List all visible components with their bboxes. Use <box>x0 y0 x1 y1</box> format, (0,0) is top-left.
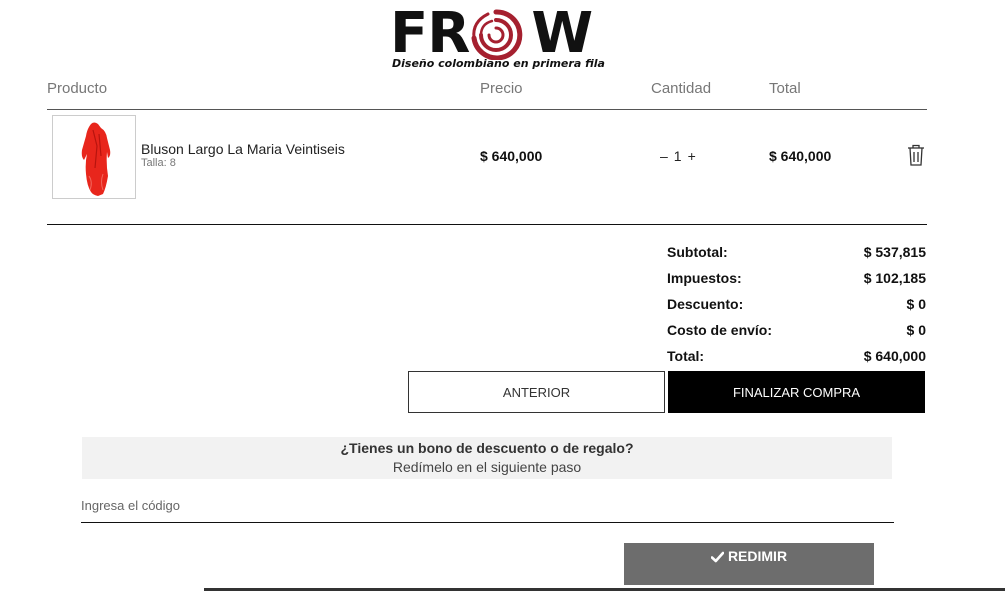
items-divider <box>47 224 927 225</box>
column-quantity: Cantidad <box>651 80 712 97</box>
product-image[interactable] <box>52 115 136 199</box>
column-total: Total <box>769 80 801 97</box>
header-divider <box>47 109 927 110</box>
subtotal-label: Subtotal: <box>667 244 728 260</box>
increment-button[interactable]: + <box>688 148 696 164</box>
red-dress-thumbnail <box>81 122 111 196</box>
decrement-button[interactable]: – <box>660 148 668 164</box>
column-product: Producto <box>47 80 108 97</box>
product-price: $ 640,000 <box>480 148 543 164</box>
quantity-value: 1 <box>673 148 682 164</box>
tax-label: Impuestos: <box>667 270 742 286</box>
product-size: Talla: 8 <box>141 157 176 169</box>
line-total: $ 640,000 <box>769 148 832 164</box>
swirl-o-icon <box>471 9 523 60</box>
coupon-question: ¿Tienes un bono de descuento o de regalo… <box>340 440 634 456</box>
product-name[interactable]: Bluson Largo La Maria Veintiseis <box>141 141 345 157</box>
column-price: Precio <box>480 80 523 97</box>
brand-tagline: Diseño colombiano en primera fila <box>392 57 605 70</box>
check-icon <box>710 551 724 563</box>
shipping-value: $ 0 <box>906 322 926 338</box>
subtotal-value: $ 537,815 <box>863 244 926 260</box>
previous-button[interactable]: ANTERIOR <box>408 371 665 413</box>
finish-purchase-button[interactable]: FINALIZAR COMPRA <box>668 371 925 413</box>
brand-logo[interactable]: FR W Diseño colombiano en primera fila <box>390 4 605 72</box>
cart-header: Producto Precio Cantidad Total <box>0 78 1005 100</box>
quantity-stepper: – 1 + <box>660 148 696 164</box>
redeem-label: REDIMIR <box>727 548 788 564</box>
discount-value: $ 0 <box>906 296 926 312</box>
coupon-banner: ¿Tienes un bono de descuento o de regalo… <box>82 437 892 479</box>
redeem-button[interactable]: REDIMIR <box>624 543 874 585</box>
shipping-label: Costo de envío: <box>667 322 773 338</box>
coupon-code-input[interactable] <box>81 488 894 523</box>
discount-label: Descuento: <box>667 296 744 312</box>
trash-icon[interactable] <box>906 143 926 167</box>
tax-value: $ 102,185 <box>863 270 926 286</box>
total-label: Total: <box>667 348 705 364</box>
coupon-hint: Redímelo en el siguiente paso <box>392 459 582 475</box>
total-value: $ 640,000 <box>863 348 926 364</box>
